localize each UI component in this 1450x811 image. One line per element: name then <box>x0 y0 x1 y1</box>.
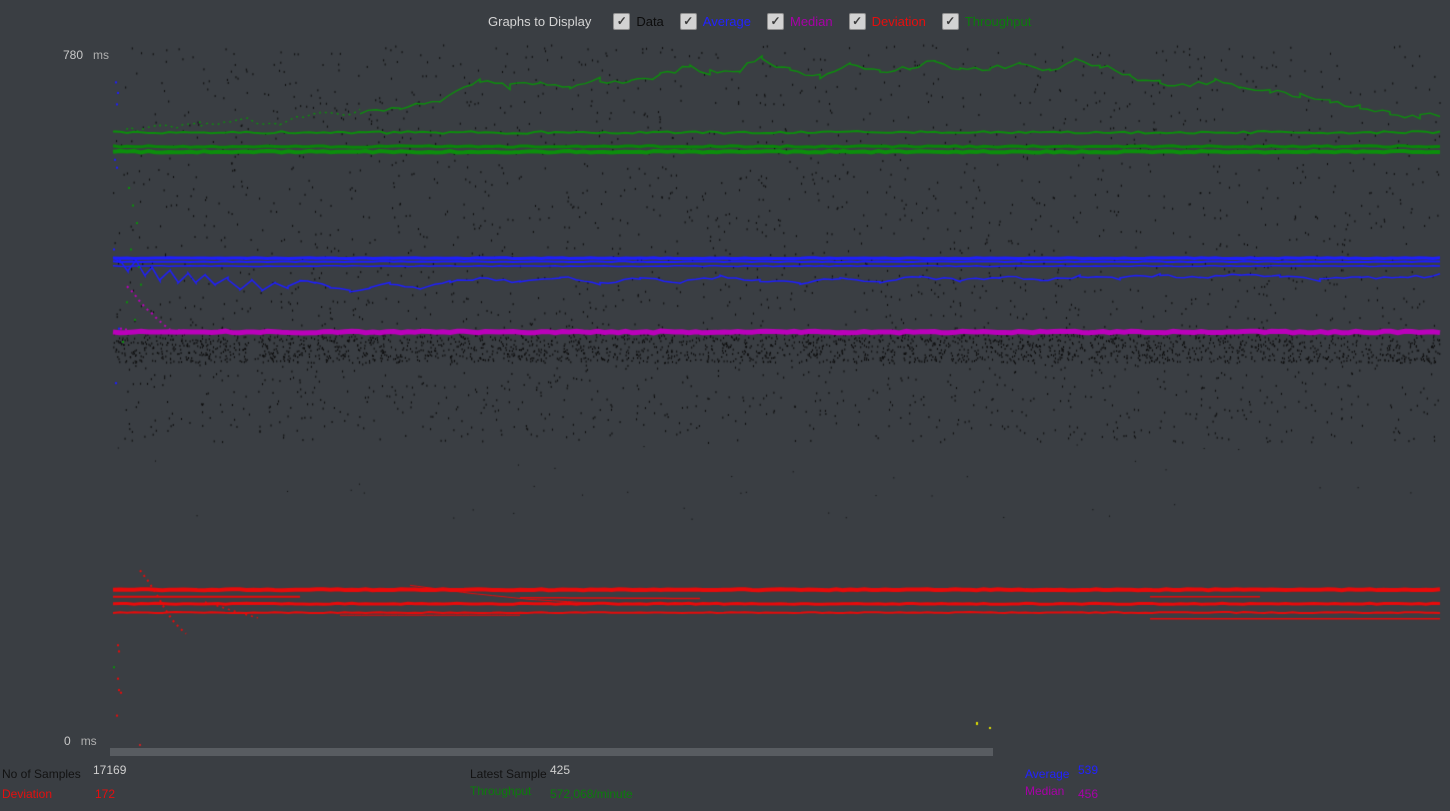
average-stat-label: Average <box>1025 767 1069 781</box>
deviation-checkbox[interactable]: ✓ <box>849 13 866 30</box>
samples-label: No of Samples <box>2 767 81 781</box>
y-axis-max-value: 780 <box>63 48 83 62</box>
throughput-checkbox-label: Throughput <box>965 14 1032 29</box>
throughput-stat-value: 572,068/minute <box>550 787 633 801</box>
deviation-stat-value: 172 <box>95 787 115 801</box>
data-checkbox-label: Data <box>636 14 663 29</box>
y-axis-max-label: 780 ms <box>63 48 109 62</box>
deviation-stat-label: Deviation <box>2 787 52 801</box>
checkbox-group-deviation[interactable]: ✓ Deviation <box>849 13 926 30</box>
y-axis-max-unit: ms <box>93 48 109 62</box>
graphs-to-display-label: Graphs to Display <box>488 14 591 29</box>
throughput-checkbox[interactable]: ✓ <box>942 13 959 30</box>
average-checkbox[interactable]: ✓ <box>680 13 697 30</box>
time-scrollbar[interactable] <box>110 748 993 756</box>
deviation-checkbox-label: Deviation <box>872 14 926 29</box>
y-axis-min-value: 0 <box>64 734 71 748</box>
samples-value: 17169 <box>93 763 126 777</box>
graphs-to-display-bar: Graphs to Display ✓ Data ✓ Average ✓ Med… <box>488 10 1031 32</box>
median-stat-value: 456 <box>1078 787 1098 801</box>
median-stat-label: Median <box>1025 784 1064 798</box>
performance-chart[interactable] <box>0 0 1450 811</box>
checkbox-group-median[interactable]: ✓ Median <box>767 13 833 30</box>
median-checkbox-label: Median <box>790 14 833 29</box>
y-axis-min-label: 0 ms <box>64 734 97 748</box>
latest-sample-label: Latest Sample <box>470 767 547 781</box>
average-checkbox-label: Average <box>703 14 751 29</box>
median-checkbox[interactable]: ✓ <box>767 13 784 30</box>
latest-sample-value: 425 <box>550 763 570 777</box>
throughput-stat-label: Throughput <box>470 784 531 798</box>
average-stat-value: 539 <box>1078 763 1098 777</box>
checkbox-group-throughput[interactable]: ✓ Throughput <box>942 13 1032 30</box>
checkbox-group-data[interactable]: ✓ Data <box>613 13 663 30</box>
y-axis-min-unit: ms <box>81 734 97 748</box>
checkbox-group-average[interactable]: ✓ Average <box>680 13 751 30</box>
data-checkbox[interactable]: ✓ <box>613 13 630 30</box>
